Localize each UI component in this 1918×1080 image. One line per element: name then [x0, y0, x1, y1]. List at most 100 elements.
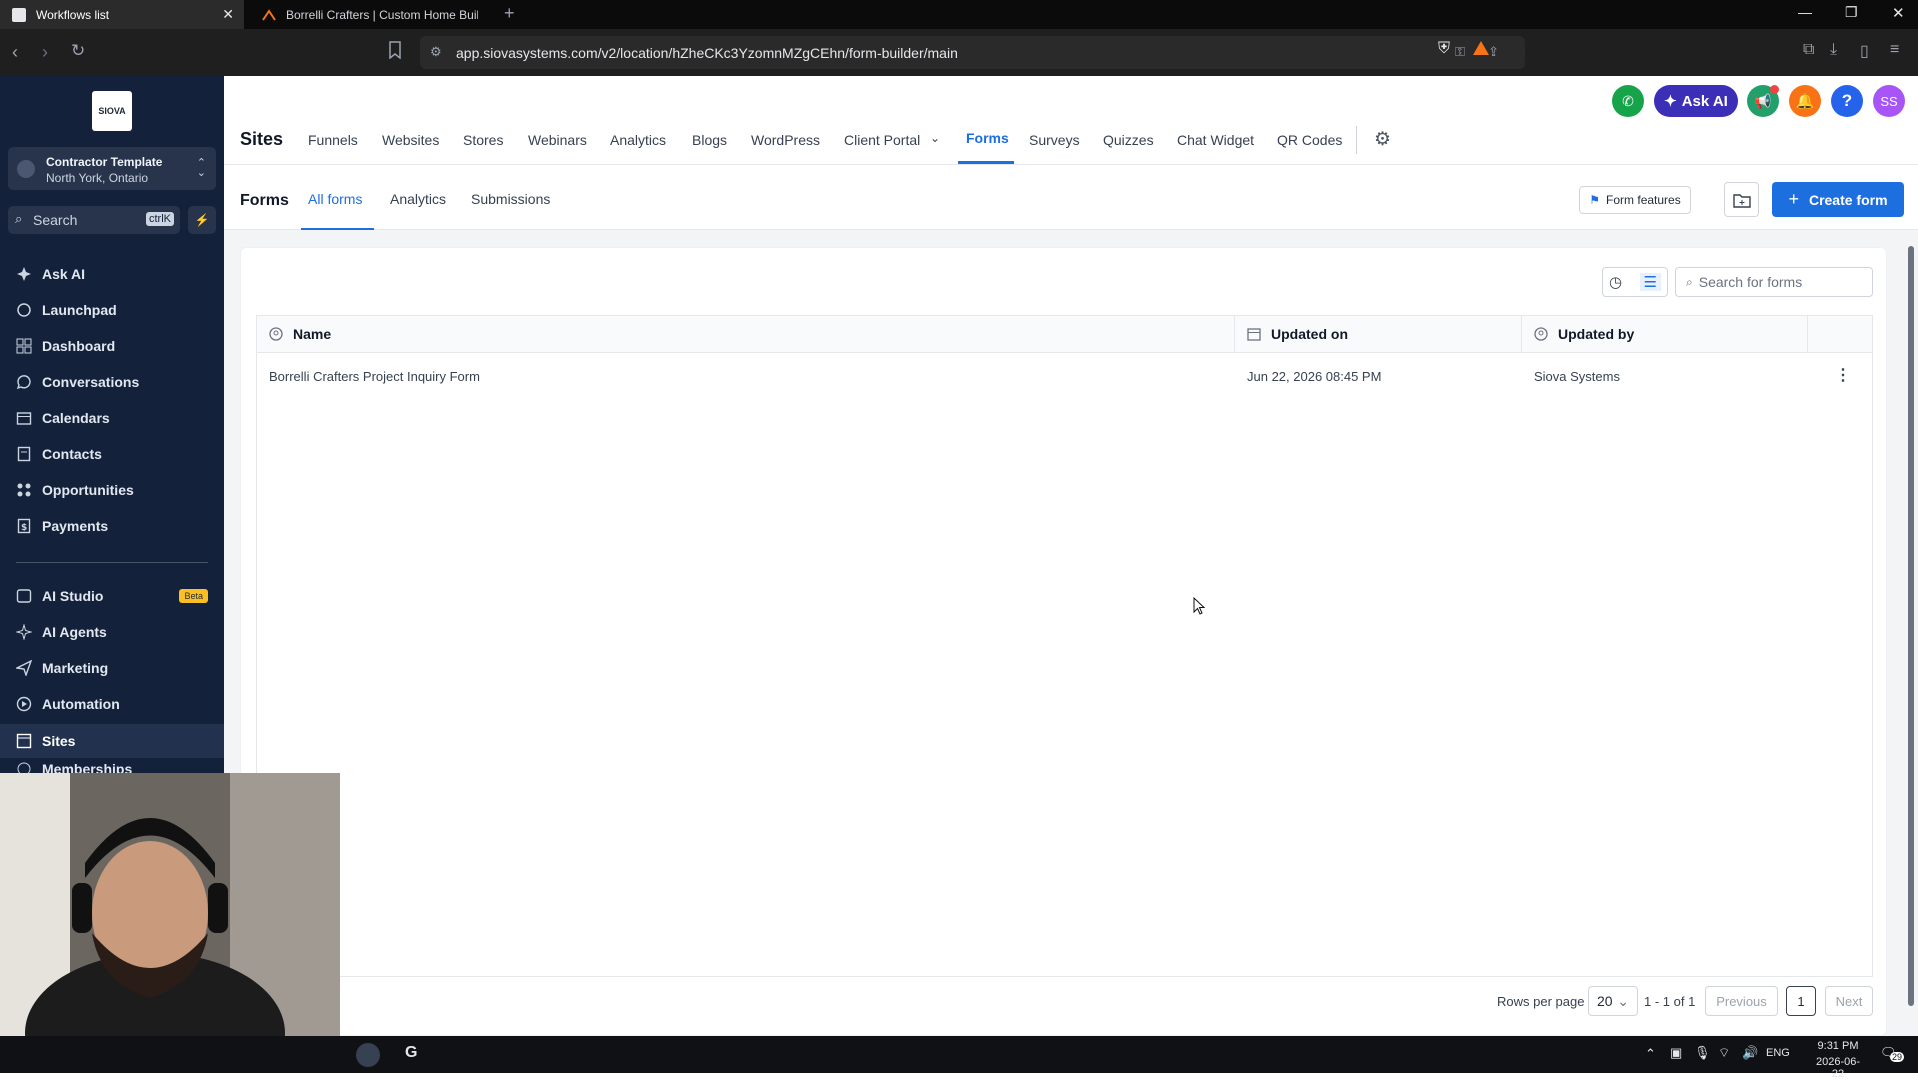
account-switcher[interactable]: Contractor Template North York, Ontario …: [8, 147, 216, 190]
tab-funnels[interactable]: Funnels: [308, 132, 358, 148]
tab-analytics[interactable]: Analytics: [610, 132, 666, 148]
menu-icon[interactable]: ≡: [1890, 41, 1899, 59]
scrollbar[interactable]: [1906, 232, 1916, 1034]
clock-icon[interactable]: ◷: [1609, 273, 1622, 291]
extensions-icon[interactable]: ⧉: [1803, 41, 1814, 59]
volume-icon[interactable]: 🔊: [1742, 1045, 1758, 1061]
view-toggle[interactable]: ◷ ☰: [1602, 267, 1668, 297]
tab-client-portal[interactable]: Client Portal: [844, 132, 920, 148]
tab-surveys[interactable]: Surveys: [1029, 132, 1080, 148]
reload-icon[interactable]: ↻: [71, 41, 85, 61]
avatar[interactable]: SS: [1873, 85, 1905, 117]
new-tab-icon[interactable]: +: [504, 3, 515, 24]
brave-shield-icon[interactable]: ⛨: [1438, 40, 1450, 58]
logitech-icon[interactable]: G: [405, 1044, 417, 1062]
sidebar-item-payments[interactable]: $ Payments: [16, 511, 108, 541]
rows-per-page-select[interactable]: 20 ⌄: [1588, 986, 1638, 1016]
url-field[interactable]: ⚙ app.siovasystems.com/v2/location/hZheC…: [420, 36, 1525, 69]
back-icon[interactable]: ‹: [12, 42, 18, 63]
previous-page-button[interactable]: Previous: [1705, 986, 1778, 1016]
microphone-icon[interactable]: 🎙: [1694, 1045, 1711, 1061]
download-icon[interactable]: ⤓: [1830, 41, 1837, 59]
language-indicator[interactable]: ENG: [1766, 1047, 1790, 1059]
browser-tab[interactable]: Borrelli Crafters | Custom Home Buil: [250, 0, 490, 29]
minimize-icon[interactable]: —: [1798, 4, 1812, 20]
list-view-icon[interactable]: ☰: [1639, 273, 1661, 291]
account-location: North York, Ontario: [46, 171, 149, 185]
camera-icon[interactable]: ▣: [1670, 1045, 1682, 1061]
phone-icon[interactable]: ✆: [1612, 85, 1644, 117]
tab-qr-codes[interactable]: QR Codes: [1277, 132, 1342, 148]
tray-chevron-icon[interactable]: ⌃: [1645, 1046, 1656, 1062]
close-tab-icon[interactable]: ✕: [222, 6, 234, 23]
search-input[interactable]: ⌕ Search ctrlK: [8, 206, 180, 234]
form-name-link[interactable]: Borrelli Crafters Project Inquiry Form: [269, 369, 480, 384]
tab-blogs[interactable]: Blogs: [692, 132, 727, 148]
browser-tab-active[interactable]: Workflows list ✕: [0, 0, 244, 29]
tab-analytics[interactable]: Analytics: [390, 191, 446, 207]
column-header-name[interactable]: Name: [269, 326, 331, 342]
tab-chat-widget[interactable]: Chat Widget: [1177, 132, 1254, 148]
tab-title: Borrelli Crafters | Custom Home Buil: [286, 7, 478, 22]
search-placeholder: Search: [33, 212, 78, 228]
svg-text:$: $: [21, 523, 27, 533]
tab-websites[interactable]: Websites: [382, 132, 439, 148]
clock-time[interactable]: 9:31 PM: [1810, 1040, 1866, 1052]
sidebar-item-contacts[interactable]: Contacts: [16, 439, 102, 469]
megaphone-icon[interactable]: 📢: [1747, 85, 1779, 117]
sidebar-toggle-icon[interactable]: ▯: [1860, 41, 1869, 61]
sidebar-item-conversations[interactable]: Conversations: [16, 367, 139, 397]
sidebar-item-marketing[interactable]: Marketing: [16, 653, 108, 683]
tab-submissions[interactable]: Submissions: [471, 191, 550, 207]
quick-action-button[interactable]: ⚡: [188, 206, 216, 234]
scrollbar-thumb[interactable]: [1908, 246, 1914, 1006]
sidebar-item-ai-agents[interactable]: AI Agents: [16, 617, 107, 647]
sidebar-item-memberships[interactable]: Memberships: [16, 761, 132, 773]
tab-wordpress[interactable]: WordPress: [751, 132, 820, 148]
sidebar-item-label: Contacts: [42, 446, 102, 462]
column-header-updated-on[interactable]: Updated on: [1247, 326, 1348, 342]
sidebar-item-sites[interactable]: Sites: [0, 724, 224, 758]
page-number-button[interactable]: 1: [1786, 986, 1816, 1016]
help-icon[interactable]: ?: [1831, 85, 1863, 117]
sidebar-item-automation[interactable]: Automation: [16, 689, 120, 719]
tab-quizzes[interactable]: Quizzes: [1103, 132, 1154, 148]
tab-all-forms[interactable]: All forms: [308, 191, 362, 207]
brave-rewards-icon[interactable]: [1472, 40, 1490, 56]
more-options-icon[interactable]: ⋮: [1835, 365, 1851, 385]
forward-icon[interactable]: ›: [42, 42, 48, 63]
new-folder-button[interactable]: [1724, 182, 1759, 217]
sidebar-item-ask-ai[interactable]: Ask AI: [16, 259, 85, 289]
ask-ai-button[interactable]: ✦ Ask AI: [1654, 85, 1738, 117]
key-icon[interactable]: ⚿: [1455, 44, 1465, 60]
sidebar-item-dashboard[interactable]: Dashboard: [16, 331, 115, 361]
bell-icon[interactable]: 🔔: [1789, 85, 1821, 117]
gear-icon[interactable]: ⚙: [1374, 128, 1391, 151]
column-header-updated-by[interactable]: Updated by: [1534, 326, 1634, 342]
form-features-button[interactable]: ⚑ Form features: [1579, 186, 1691, 214]
close-window-icon[interactable]: ✕: [1892, 4, 1905, 22]
tab-stores[interactable]: Stores: [463, 132, 503, 148]
restore-icon[interactable]: ❐: [1845, 4, 1858, 21]
table-row[interactable]: [256, 353, 1873, 397]
tab-forms[interactable]: Forms: [966, 130, 1009, 146]
sidebar-item-opportunities[interactable]: Opportunities: [16, 475, 134, 505]
sidebar-item-calendars[interactable]: Calendars: [16, 403, 110, 433]
clock-date[interactable]: 2026-06-22: [1810, 1056, 1866, 1080]
tab-webinars[interactable]: Webinars: [528, 132, 587, 148]
create-form-button[interactable]: + Create form: [1772, 182, 1904, 217]
sidebar-item-launchpad[interactable]: Launchpad: [16, 295, 117, 325]
notification-count: 29: [1890, 1052, 1905, 1062]
notification-center-icon[interactable]: 🗨 29: [1880, 1045, 1905, 1062]
next-page-button[interactable]: Next: [1825, 986, 1873, 1016]
webcam-person: [25, 818, 285, 1073]
column-header-label: Updated on: [1271, 326, 1348, 342]
form-features-label: Form features: [1606, 193, 1681, 207]
search-forms-input[interactable]: ⌕ Search for forms: [1675, 267, 1873, 297]
bookmark-icon[interactable]: [388, 41, 402, 59]
obs-icon[interactable]: [356, 1043, 380, 1067]
site-settings-icon[interactable]: ⚙: [430, 44, 442, 60]
sidebar-item-ai-studio[interactable]: AI Studio Beta: [16, 581, 208, 611]
network-icon[interactable]: ⌔: [1718, 1045, 1730, 1061]
send-icon: [16, 660, 32, 676]
